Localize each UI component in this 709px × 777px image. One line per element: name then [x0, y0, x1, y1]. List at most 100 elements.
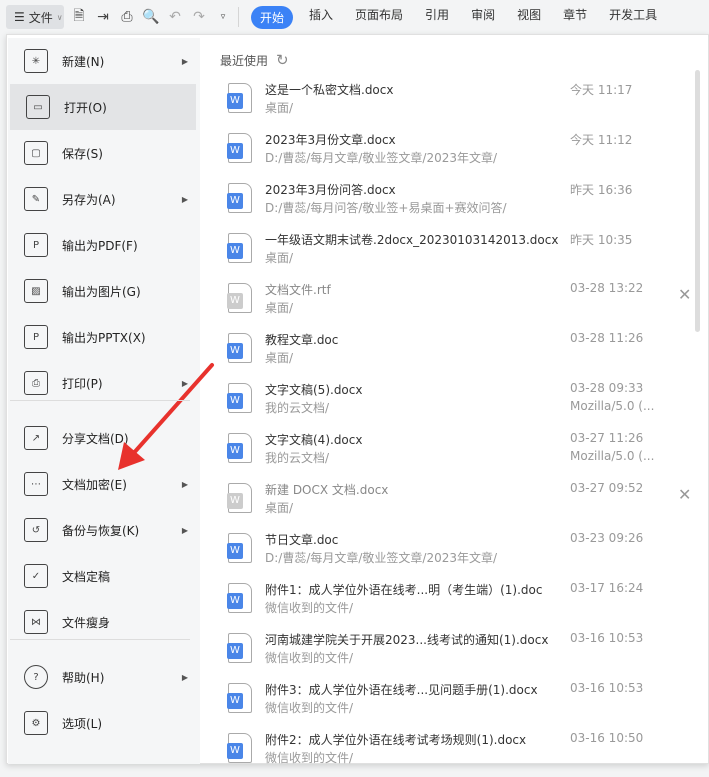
file-time: 03-16 10:50: [570, 731, 644, 745]
recent-file-item[interactable]: W 文字文稿(4).docx 我的云文档/03-27 11:26 Mozilla/5.…: [220, 427, 690, 477]
tab-5[interactable]: 视图: [517, 6, 541, 29]
recent-header: 最近使用 ↻: [220, 51, 289, 69]
menu-item-5[interactable]: ▨ 输出为图片(G): [8, 268, 198, 314]
word-file-icon: W: [227, 383, 252, 413]
file-menu-button[interactable]: ☰ 文件 ∨: [6, 5, 64, 29]
word-file-icon: W: [227, 133, 252, 163]
remove-icon[interactable]: ✕: [678, 285, 691, 304]
file-time: 昨天 10:35: [570, 233, 633, 247]
menu-item-label: 分享文档(D): [62, 431, 129, 446]
undo-icon[interactable]: ↶: [166, 8, 184, 26]
tab-0[interactable]: 开始: [251, 5, 294, 29]
print-icon[interactable]: ⎙: [118, 8, 136, 26]
file-name: 新建 DOCX 文档.docx: [265, 483, 389, 497]
menu-item-0[interactable]: ✳ 新建(N) ▶: [8, 38, 198, 84]
encrypt-icon: ⋯: [24, 472, 48, 496]
recent-file-item[interactable]: W 新建 DOCX 文档.docx 桌面/03-27 09:52 ✕: [220, 477, 691, 527]
recent-file-item[interactable]: W 这是一个私密文档.docx 桌面/今天 11:17: [220, 77, 690, 127]
file-time: 昨天 16:36: [570, 183, 633, 197]
recent-file-item[interactable]: W 附件2：成人学位外语在线考试考场规则(1).docx 微信收到的文件/03-16…: [220, 727, 690, 777]
file-name: 附件2：成人学位外语在线考试考场规则(1).docx: [265, 733, 527, 747]
menu-item-label: 输出为PPTX(X): [62, 330, 146, 345]
menu-item-label: 帮助(H): [62, 670, 105, 685]
refresh-icon[interactable]: ↻: [276, 51, 289, 69]
recent-file-item[interactable]: W 一年级语文期末试卷.2docx_20230103142013.docx 桌面/昨…: [220, 227, 690, 277]
file-path: D:/曹蕊/每月文章/敬业签文章/2023年文章/: [265, 151, 498, 165]
submenu-arrow-icon: ▶: [181, 56, 188, 66]
tab-7[interactable]: 开发工具: [609, 6, 657, 29]
file-path: D:/曹蕊/每月文章/敬业签文章/2023年文章/: [265, 551, 498, 565]
menu-item-4[interactable]: P 输出为PDF(F): [8, 222, 198, 268]
file-name: 文档文件.rtf: [265, 283, 331, 297]
tab-1[interactable]: 插入: [309, 6, 333, 29]
recent-file-item[interactable]: W 文字文稿(5).docx 我的云文档/03-28 09:33 Mozilla/5.…: [220, 377, 690, 427]
file-path: 微信收到的文件/: [265, 651, 354, 665]
file-path: 微信收到的文件/: [265, 751, 354, 765]
file-path: D:/曹蕊/每月问答/敬业签+易桌面+赛效问答/: [265, 201, 507, 215]
file-time: 03-27 11:26: [570, 431, 644, 445]
tab-4[interactable]: 审阅: [471, 6, 495, 29]
menu-item-label: 输出为PDF(F): [62, 238, 138, 253]
more-dropdown-icon[interactable]: ▿: [214, 8, 232, 26]
word-file-icon: W: [227, 283, 252, 313]
file-name: 一年级语文期末试卷.2docx_20230103142013.docx: [265, 233, 559, 247]
file-name: 这是一个私密文档.docx: [265, 83, 394, 97]
menu-item-label: 输出为图片(G): [62, 284, 141, 299]
gear-icon: ⚙: [24, 711, 48, 735]
file-path: 我的云文档/: [265, 401, 330, 415]
menu-item-2[interactable]: ▢ 保存(S): [8, 130, 198, 176]
file-menu: ✳ 新建(N) ▶ ▭ 打开(O) ▢ 保存(S) ✎ 另存为(A) ▶ P 输出为PDF(F) ▨ 输出…: [8, 38, 200, 764]
recent-file-item[interactable]: W 文档文件.rtf 桌面/03-28 13:22 ✕: [220, 277, 691, 327]
menu-item-label: 文档加密(E): [62, 477, 127, 492]
menu-item-3[interactable]: ✎ 另存为(A) ▶: [8, 176, 198, 222]
recent-file-item[interactable]: W 教程文章.doc 桌面/03-28 11:26: [220, 327, 690, 377]
menu-item-8[interactable]: ↗ 分享文档(D): [8, 415, 198, 461]
remove-icon[interactable]: ✕: [678, 485, 691, 504]
word-file-icon: W: [227, 533, 252, 563]
menu-item-label: 选项(L): [62, 716, 103, 731]
print-preview-icon[interactable]: 🔍: [142, 8, 160, 26]
menu-item-6[interactable]: P 输出为PPTX(X): [8, 314, 198, 360]
redo-icon[interactable]: ↷: [190, 8, 208, 26]
word-file-icon: W: [227, 583, 252, 613]
file-time: 03-17 16:24: [570, 581, 644, 595]
file-name: 文字文稿(4).docx: [265, 433, 363, 447]
menu-item-11[interactable]: ✓ 文档定稿: [8, 553, 198, 599]
menu-item-label: 保存(S): [62, 146, 103, 161]
menu-item-9[interactable]: ⋯ 文档加密(E) ▶: [8, 461, 198, 507]
file-time: 03-28 09:33: [570, 381, 644, 395]
menu-item-1[interactable]: ▭ 打开(O): [10, 84, 196, 130]
submenu-arrow-icon: ▶: [181, 479, 188, 489]
recent-file-item[interactable]: W 河南城建学院关于开展2023...线考试的通知(1).docx 微信收到的文件/…: [220, 627, 690, 677]
file-path: 微信收到的文件/: [265, 601, 354, 615]
new-icon: ✳: [24, 49, 48, 73]
tab-2[interactable]: 页面布局: [355, 6, 403, 29]
file-time: 03-28 11:26: [570, 331, 644, 345]
recent-file-item[interactable]: W 2023年3月份问答.docx D:/曹蕊/每月问答/敬业签+易桌面+赛效问答/…: [220, 177, 690, 227]
submenu-arrow-icon: ▶: [181, 672, 188, 682]
word-file-icon: W: [227, 333, 252, 363]
submenu-arrow-icon: ▶: [181, 194, 188, 204]
scrollbar[interactable]: [695, 70, 700, 332]
recent-file-item[interactable]: W 2023年3月份文章.docx D:/曹蕊/每月文章/敬业签文章/2023年文章…: [220, 127, 690, 177]
file-source: Mozilla/5.0 (...: [570, 399, 655, 413]
tab-3[interactable]: 引用: [425, 6, 449, 29]
file-path: 微信收到的文件/: [265, 701, 354, 715]
divider: [10, 639, 190, 640]
recent-file-item[interactable]: W 附件3：成人学位外语在线考...见问题手册(1).docx 微信收到的文件/03…: [220, 677, 690, 727]
word-file-icon: W: [227, 483, 252, 513]
file-time: 03-16 10:53: [570, 631, 644, 645]
recent-file-item[interactable]: W 节日文章.doc D:/曹蕊/每月文章/敬业签文章/2023年文章/03-23 …: [220, 527, 690, 577]
word-file-icon: W: [227, 683, 252, 713]
menu-item-label: 打印(P): [62, 376, 103, 391]
pptx-icon: P: [24, 325, 48, 349]
menu-item-10[interactable]: ↺ 备份与恢复(K) ▶: [8, 507, 198, 553]
menu-item-label: 文档定稿: [62, 569, 111, 584]
save-icon[interactable]: 🗎: [70, 8, 88, 26]
tab-6[interactable]: 章节: [563, 6, 587, 29]
recent-file-item[interactable]: W 附件1：成人学位外语在线考...明（考生端）(1).doc 微信收到的文件/03…: [220, 577, 690, 627]
export-icon[interactable]: ⇥: [94, 8, 112, 26]
menu-item-13[interactable]: ? 帮助(H) ▶: [8, 654, 198, 700]
menu-item-14[interactable]: ⚙ 选项(L): [8, 700, 198, 746]
share-icon: ↗: [24, 426, 48, 450]
